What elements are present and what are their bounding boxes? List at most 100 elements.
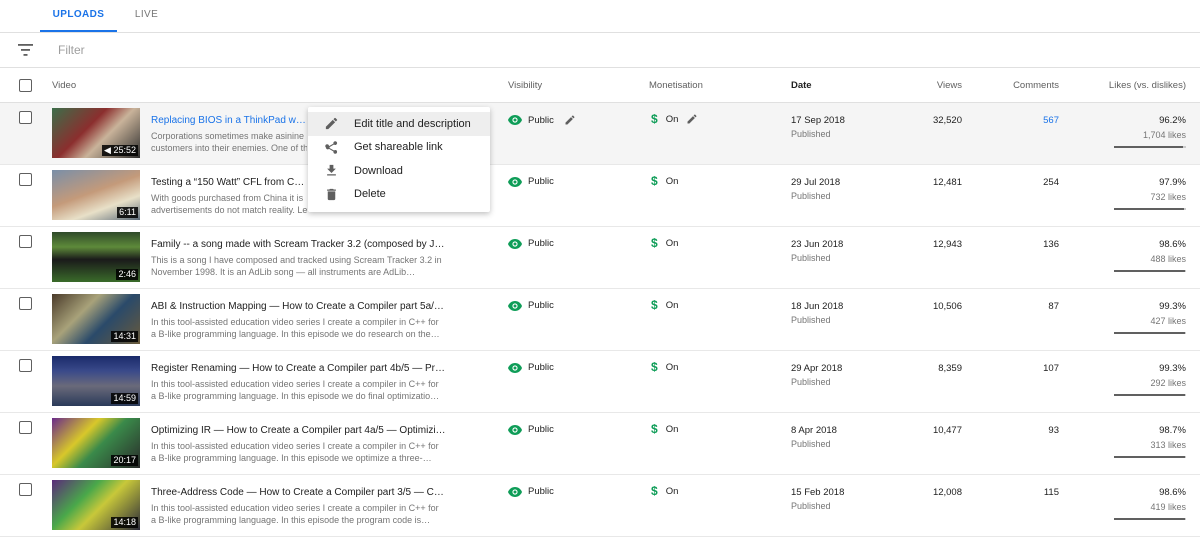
filter-list-icon[interactable] <box>18 44 33 56</box>
dollar-icon: $ <box>651 174 658 188</box>
dollar-icon: $ <box>651 112 658 126</box>
row-checkbox[interactable] <box>19 359 32 372</box>
edit-visibility-icon[interactable] <box>564 114 576 126</box>
video-thumbnail[interactable]: 14:18 <box>52 480 140 530</box>
visibility-label: Public <box>528 486 554 497</box>
video-thumbnail[interactable]: 6:11 <box>52 170 140 220</box>
likes-count: 732 likes <box>1150 192 1186 202</box>
upload-date: 29 Jul 2018 <box>791 177 841 188</box>
eye-icon <box>508 176 522 187</box>
video-title[interactable]: Testing a “150 Watt” CFL from China <box>151 177 307 188</box>
likes-ratio-bar <box>1114 270 1186 272</box>
visibility-label: Public <box>528 176 554 187</box>
menu-item-delete[interactable]: Delete <box>308 183 490 207</box>
monetisation-cell[interactable]: $ On <box>651 112 698 126</box>
eye-icon <box>508 486 522 497</box>
row-checkbox[interactable] <box>19 235 32 248</box>
visibility-cell[interactable]: Public <box>508 176 554 187</box>
video-thumbnail[interactable]: 20:17 <box>52 418 140 468</box>
column-header-visibility[interactable]: Visibility <box>508 80 542 91</box>
table-row[interactable]: 14:31 ABI & Instruction Mapping — How to… <box>0 289 1200 351</box>
column-header-likes[interactable]: Likes (vs. dislikes) <box>1109 80 1186 91</box>
visibility-cell[interactable]: Public <box>508 114 576 126</box>
video-thumbnail[interactable]: 14:31 <box>52 294 140 344</box>
table-row[interactable]: 2:46 Family -- a song made with Scream T… <box>0 227 1200 289</box>
video-description: In this tool-assisted education video se… <box>151 379 440 401</box>
table-row[interactable]: 14:59 Register Renaming — How to Create … <box>0 351 1200 413</box>
filter-input[interactable] <box>58 41 358 59</box>
likes-ratio-bar <box>1114 456 1186 458</box>
views-count: 12,008 <box>932 487 962 498</box>
row-checkbox[interactable] <box>19 297 32 310</box>
monetisation-label: On <box>665 237 679 249</box>
column-header-views[interactable]: Views <box>937 80 962 91</box>
comments-count[interactable]: 107 <box>1043 363 1059 374</box>
menu-item-edit-title[interactable]: Edit title and description <box>308 112 490 136</box>
comments-count[interactable]: 136 <box>1043 239 1059 250</box>
comments-count[interactable]: 87 <box>1048 301 1059 312</box>
monetisation-cell[interactable]: $ On <box>651 422 678 436</box>
likes-ratio-bar <box>1114 146 1186 148</box>
views-count: 32,520 <box>932 115 962 126</box>
table-row[interactable]: ◀ 25:52 Replacing BIOS in a ThinkPad wit… <box>0 103 1200 165</box>
views-count: 10,477 <box>932 425 962 436</box>
visibility-cell[interactable]: Public <box>508 300 554 311</box>
comments-count[interactable]: 254 <box>1043 177 1059 188</box>
publish-status: Published <box>791 315 831 325</box>
select-all-checkbox[interactable] <box>19 79 32 92</box>
row-checkbox[interactable] <box>19 421 32 434</box>
row-checkbox[interactable] <box>19 173 32 186</box>
video-duration: 6:11 <box>117 207 138 218</box>
likes-count: 1,704 likes <box>1142 130 1186 140</box>
video-description: Corporations sometimes make asinine cust… <box>151 131 307 153</box>
monetisation-cell[interactable]: $ On <box>651 360 678 374</box>
monetisation-label: On <box>665 175 679 187</box>
monetisation-label: On <box>665 299 679 311</box>
video-title[interactable]: Register Renaming — How to Create a Comp… <box>151 363 446 374</box>
dollar-icon: $ <box>651 360 658 374</box>
table-row[interactable]: 14:18 Three-Address Code — How to Create… <box>0 475 1200 537</box>
visibility-label: Public <box>528 300 554 311</box>
video-thumbnail[interactable]: 2:46 <box>52 232 140 282</box>
visibility-cell[interactable]: Public <box>508 424 554 435</box>
monetisation-cell[interactable]: $ On <box>651 484 678 498</box>
video-title[interactable]: Family -- a song made with Scream Tracke… <box>151 239 446 250</box>
comments-count[interactable]: 93 <box>1048 425 1059 436</box>
monetisation-cell[interactable]: $ On <box>651 174 678 188</box>
column-header-video: Video <box>52 80 77 91</box>
table-row[interactable]: 20:17 Optimizing IR — How to Create a Co… <box>0 413 1200 475</box>
monetisation-label: On <box>665 485 679 497</box>
menu-item-label: Delete <box>354 188 386 201</box>
visibility-label: Public <box>528 362 554 373</box>
edit-icon <box>308 116 354 131</box>
video-thumbnail[interactable]: ◀ 25:52 <box>52 108 140 158</box>
menu-item-label: Download <box>354 164 403 177</box>
comments-count[interactable]: 115 <box>1044 487 1059 498</box>
video-title[interactable]: Three-Address Code — How to Create a Com… <box>151 487 446 498</box>
video-title[interactable]: Replacing BIOS in a ThinkPad with Gi <box>151 115 307 126</box>
row-checkbox[interactable] <box>19 483 32 496</box>
tab-live[interactable]: LIVE <box>118 0 175 32</box>
visibility-cell[interactable]: Public <box>508 486 554 497</box>
likes-percentage: 98.7% <box>1159 425 1186 436</box>
menu-item-share-link[interactable]: Get shareable link <box>308 136 490 160</box>
video-title[interactable]: Optimizing IR — How to Create a Compiler… <box>151 425 446 436</box>
column-header-date[interactable]: Date <box>791 80 812 91</box>
comments-count[interactable]: 567 <box>1043 115 1059 126</box>
eye-icon <box>508 115 522 125</box>
monetisation-cell[interactable]: $ On <box>651 236 678 250</box>
tab-uploads[interactable]: UPLOADS <box>40 0 117 32</box>
column-header-monetisation[interactable]: Monetisation <box>649 80 703 91</box>
menu-item-download[interactable]: Download <box>308 159 490 183</box>
monetisation-cell[interactable]: $ On <box>651 298 678 312</box>
column-header-comments[interactable]: Comments <box>1013 80 1059 91</box>
visibility-cell[interactable]: Public <box>508 238 554 249</box>
video-title[interactable]: ABI & Instruction Mapping — How to Creat… <box>151 301 446 312</box>
table-row[interactable]: 6:11 Testing a “150 Watt” CFL from China… <box>0 165 1200 227</box>
visibility-label: Public <box>528 424 554 435</box>
upload-date: 8 Apr 2018 <box>791 425 837 436</box>
row-checkbox[interactable] <box>19 111 32 124</box>
visibility-cell[interactable]: Public <box>508 362 554 373</box>
video-thumbnail[interactable]: 14:59 <box>52 356 140 406</box>
edit-monetisation-icon[interactable] <box>686 113 698 125</box>
